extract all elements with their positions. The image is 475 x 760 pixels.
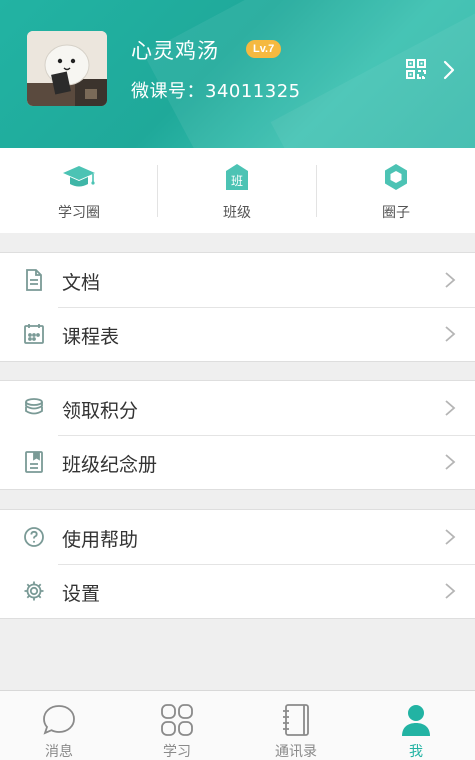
menu-item-label: 设置: [62, 583, 101, 605]
grid-icon: [159, 703, 195, 737]
tab-label: 消息: [45, 744, 73, 760]
avatar[interactable]: [27, 31, 107, 106]
calendar-icon: [22, 322, 46, 346]
menu-group: 使用帮助 设置: [0, 509, 475, 619]
graduation-cap-icon: [62, 162, 96, 192]
tab-label: 通讯录: [275, 744, 317, 760]
hexagon-icon: [379, 162, 413, 192]
weike-prefix: 微课号：: [131, 81, 205, 102]
chevron-right-icon: [444, 453, 456, 471]
chevron-right-icon: [444, 528, 456, 546]
menu-item-label: 课程表: [62, 326, 120, 348]
menu-item-label: 文档: [62, 272, 101, 294]
menu-group: 领取积分 班级纪念册: [0, 380, 475, 490]
quick-nav-study-circle[interactable]: 学习圈: [0, 148, 158, 233]
menu-item-documents[interactable]: 文档: [0, 253, 475, 307]
chevron-right-icon: [444, 582, 456, 600]
gear-icon: [22, 579, 46, 603]
menu-item-schedule[interactable]: 课程表: [0, 307, 475, 361]
tab-contacts[interactable]: 通讯录: [237, 691, 355, 760]
tab-label: 我: [409, 744, 423, 760]
help-icon: [22, 525, 46, 549]
chevron-right-icon: [444, 325, 456, 343]
level-badge: Lv.7: [246, 40, 282, 58]
menu-item-class-album[interactable]: 班级纪念册: [0, 435, 475, 489]
quick-nav-circles[interactable]: 圈子: [317, 148, 475, 233]
chat-bubble-icon: [41, 703, 77, 737]
tab-label: 学习: [163, 744, 191, 760]
bottom-tab-bar: 消息 学习 通讯录 我: [0, 690, 475, 760]
weike-id: 34011325: [205, 81, 301, 102]
person-icon: [398, 703, 434, 737]
menu-item-label: 领取积分: [62, 400, 139, 422]
quick-nav-label: 圈子: [382, 205, 410, 221]
menu-group: 文档 课程表: [0, 252, 475, 362]
document-icon: [22, 268, 46, 292]
qr-code-icon[interactable]: [405, 58, 427, 80]
quick-nav: 学习圈 班 班级 圈子: [0, 148, 475, 233]
menu-item-label: 使用帮助: [62, 529, 139, 551]
tab-study[interactable]: 学习: [118, 691, 236, 760]
album-icon: [22, 450, 46, 474]
tab-me[interactable]: 我: [357, 691, 475, 760]
quick-nav-class[interactable]: 班 班级: [158, 148, 316, 233]
chevron-right-icon: [444, 399, 456, 417]
contacts-book-icon: [278, 703, 314, 737]
class-badge-text: 班: [231, 174, 243, 188]
class-badge-icon: 班: [220, 162, 254, 192]
chevron-right-icon: [444, 271, 456, 289]
menu-item-claim-points[interactable]: 领取积分: [0, 381, 475, 435]
tab-messages[interactable]: 消息: [0, 691, 118, 760]
quick-nav-label: 学习圈: [58, 205, 100, 221]
menu-item-label: 班级纪念册: [62, 454, 158, 476]
weike-number: 微课号：34011325: [131, 77, 301, 103]
chevron-right-icon[interactable]: [442, 60, 456, 80]
coins-icon: [22, 396, 46, 420]
profile-header[interactable]: 心灵鸡汤 Lv.7 微课号：34011325: [0, 0, 475, 148]
nickname: 心灵鸡汤: [131, 39, 219, 63]
quick-nav-label: 班级: [223, 205, 251, 221]
menu-item-settings[interactable]: 设置: [0, 564, 475, 618]
menu-item-help[interactable]: 使用帮助: [0, 510, 475, 564]
